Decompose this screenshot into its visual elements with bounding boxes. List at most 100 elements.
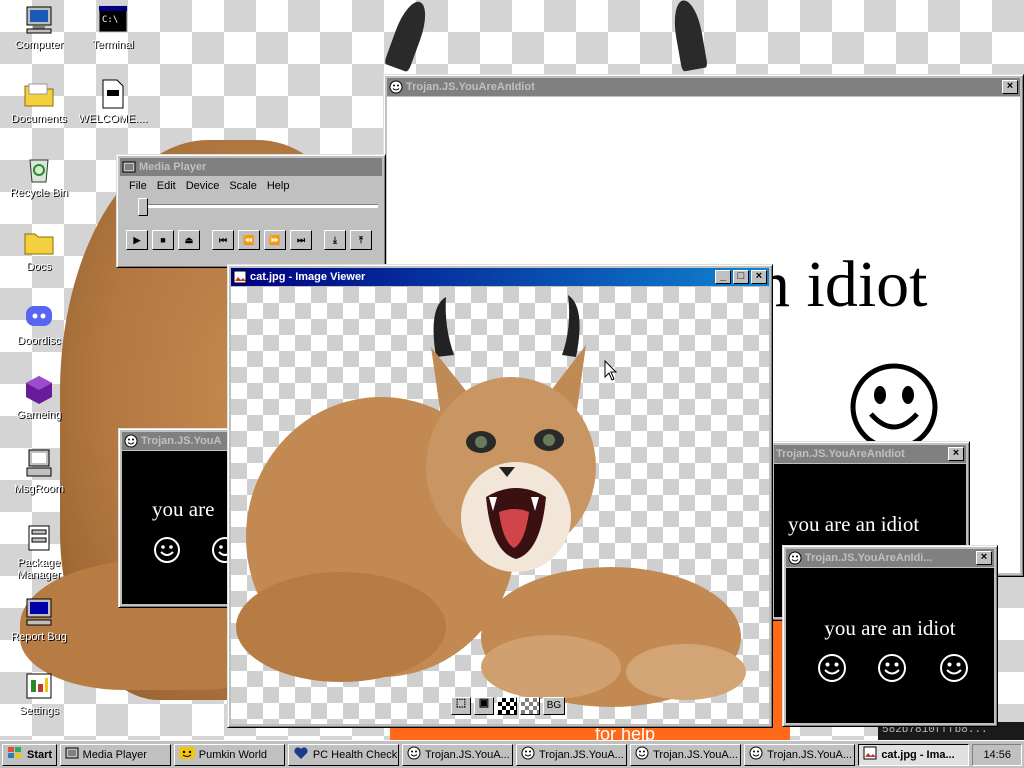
windows-logo-icon xyxy=(7,746,23,763)
menu-scale[interactable]: Scale xyxy=(224,180,262,192)
idiot-window-left-titlebar[interactable]: Trojan.JS.YouA xyxy=(122,432,234,450)
media-player-icon xyxy=(122,160,136,174)
smiley-icon xyxy=(878,654,906,682)
menu-edit[interactable]: Edit xyxy=(152,180,181,192)
taskbar-item-pc-health-check[interactable]: PC Health Check xyxy=(287,743,399,766)
discord-icon xyxy=(23,300,55,332)
svg-text:C:\: C:\ xyxy=(102,15,118,25)
desktop-icon-terminal[interactable]: C:\ Terminal xyxy=(76,4,150,51)
idiot-text: you are an idiot xyxy=(788,512,920,536)
play-button[interactable]: ▶ xyxy=(126,230,148,250)
checker-alt-icon[interactable] xyxy=(520,697,540,715)
report-bug-icon xyxy=(23,596,55,628)
close-button[interactable]: × xyxy=(948,447,964,461)
mouse-cursor-icon xyxy=(604,360,618,381)
idiot-window-left[interactable]: Trojan.JS.YouA you are xyxy=(118,428,238,608)
background-toggle-button[interactable]: BG xyxy=(543,697,565,715)
fit-icon[interactable]: ⬚ xyxy=(451,697,471,715)
desktop-icon-docs[interactable]: Docs xyxy=(2,226,76,273)
prev-track-button[interactable]: ⏮ xyxy=(212,230,234,250)
system-tray: 14:56 xyxy=(972,743,1022,766)
seek-slider-thumb[interactable] xyxy=(138,198,148,216)
menu-file[interactable]: File xyxy=(124,180,152,192)
viewer-toolbar: ⬚ ▣ BG xyxy=(449,697,565,715)
close-button[interactable]: × xyxy=(751,270,767,284)
heart-icon xyxy=(293,746,309,763)
caracal-image xyxy=(236,295,746,707)
wallpaper-ear xyxy=(383,0,433,73)
package-manager-icon xyxy=(23,522,55,554)
close-button[interactable]: × xyxy=(976,551,992,565)
media-controls: ▶ ■ ⏏ ⏮ ⏪ ⏩ ⏭ ⤓ ⤒ xyxy=(120,228,382,252)
documents-folder-icon xyxy=(23,78,55,110)
smiley-icon xyxy=(178,746,195,763)
smiley-icon xyxy=(407,746,421,763)
desktop-icon-settings[interactable]: Settings xyxy=(2,670,76,717)
msgroom-icon xyxy=(23,448,55,480)
idiot-window-middle-titlebar[interactable]: Trojan.JS.YouAreAnIdiot × xyxy=(774,445,966,463)
minimize-button[interactable]: _ xyxy=(715,270,731,284)
idiot-text: you are an idiot xyxy=(824,616,956,640)
seek-track[interactable] xyxy=(124,198,378,226)
desktop-icon-msgroom[interactable]: MsgRoom xyxy=(2,448,76,495)
smiley-icon xyxy=(154,537,180,563)
media-player-window[interactable]: Media Player File Edit Device Scale Help… xyxy=(116,154,386,268)
desktop-icon-report-bug[interactable]: Report Bug xyxy=(2,596,76,643)
desktop-icon-gameing[interactable]: Gameing xyxy=(2,374,76,421)
game-cube-icon xyxy=(23,374,55,406)
smiley-icon xyxy=(521,746,535,763)
taskbar-item-pumkin-world[interactable]: Pumkin World xyxy=(173,743,285,766)
recycle-bin-icon xyxy=(23,152,55,184)
media-player-titlebar[interactable]: Media Player xyxy=(120,158,382,176)
eject-button[interactable]: ⏏ xyxy=(178,230,200,250)
taskbar-item-trojan-3[interactable]: Trojan.JS.YouA... xyxy=(630,743,742,766)
desktop-icon-doordisc[interactable]: Doordisc xyxy=(2,300,76,347)
idiot-window-front-titlebar[interactable]: Trojan.JS.YouAreAnIdi... × xyxy=(786,549,994,567)
idiot-window-front[interactable]: Trojan.JS.YouAreAnIdi... × you are an id… xyxy=(782,545,998,727)
image-viewer-window[interactable]: cat.jpg - Image Viewer _ □ × ⬚ ▣ BG xyxy=(227,264,773,728)
start-button[interactable]: Start xyxy=(2,743,57,766)
taskbar-item-trojan-4[interactable]: Trojan.JS.YouA... xyxy=(744,743,856,766)
computer-icon xyxy=(23,4,55,36)
stop-button[interactable]: ■ xyxy=(152,230,174,250)
end-selection-button[interactable]: ⤒ xyxy=(350,230,372,250)
terminal-icon: C:\ xyxy=(97,4,129,36)
desktop-icon-package-manager[interactable]: Package Manager xyxy=(2,522,76,581)
image-canvas[interactable]: ⬚ ▣ BG xyxy=(231,287,769,724)
taskbar-item-media-player[interactable]: Media Player xyxy=(59,743,171,766)
image-viewer-titlebar[interactable]: cat.jpg - Image Viewer _ □ × xyxy=(231,268,769,286)
next-track-button[interactable]: ⏭ xyxy=(290,230,312,250)
idiot-text: you are xyxy=(152,497,215,521)
menu-help[interactable]: Help xyxy=(262,180,295,192)
clock[interactable]: 14:56 xyxy=(983,749,1011,761)
taskbar-item-image-viewer[interactable]: cat.jpg - Ima... xyxy=(858,743,970,766)
desktop-icon-computer[interactable]: Computer xyxy=(2,4,76,51)
start-selection-button[interactable]: ⤓ xyxy=(324,230,346,250)
taskbar: Start Media Player Pumkin World PC Healt… xyxy=(0,740,1024,768)
image-icon xyxy=(863,746,877,763)
smiley-icon xyxy=(818,654,846,682)
smiley-icon xyxy=(788,551,802,565)
taskbar-item-trojan-2[interactable]: Trojan.JS.YouA... xyxy=(516,743,628,766)
settings-icon xyxy=(23,670,55,702)
smiley-icon xyxy=(749,746,763,763)
maximize-button[interactable]: □ xyxy=(733,270,749,284)
desktop-icon-recycle-bin[interactable]: Recycle Bin xyxy=(2,152,76,199)
rewind-button[interactable]: ⏪ xyxy=(238,230,260,250)
idiot-window-left-content: you are xyxy=(122,451,234,604)
desktop-icon-documents[interactable]: Documents xyxy=(2,78,76,125)
smiley-icon xyxy=(389,80,403,94)
idiot-window-large-titlebar[interactable]: Trojan.JS.YouAreAnIdiot × xyxy=(387,78,1020,96)
close-button[interactable]: × xyxy=(1002,80,1018,94)
smiley-icon xyxy=(124,434,138,448)
checker-icon[interactable] xyxy=(497,697,517,715)
desktop-icon-welcome[interactable]: WELCOME.... xyxy=(76,78,150,125)
document-icon xyxy=(97,78,129,110)
wallpaper-ear xyxy=(670,0,708,72)
actual-size-icon[interactable]: ▣ xyxy=(474,697,494,715)
smiley-icon xyxy=(635,746,649,763)
taskbar-item-trojan-1[interactable]: Trojan.JS.YouA... xyxy=(401,743,514,766)
smiley-icon xyxy=(940,654,968,682)
menu-device[interactable]: Device xyxy=(181,180,225,192)
fast-forward-button[interactable]: ⏩ xyxy=(264,230,286,250)
